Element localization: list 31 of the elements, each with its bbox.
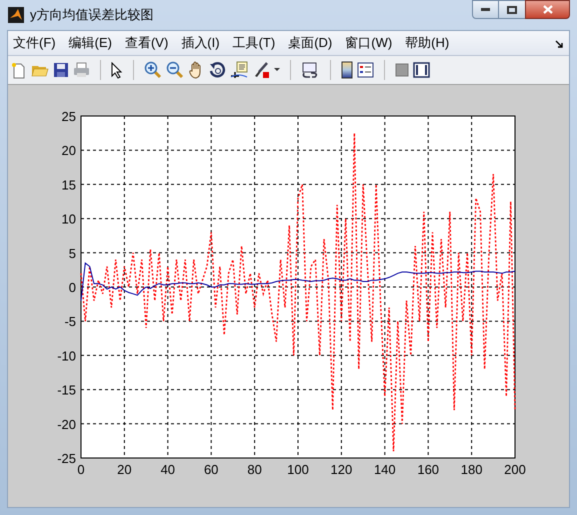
menu-item[interactable]: 查看(V) xyxy=(124,33,168,53)
x-tick-label: 180 xyxy=(460,462,482,477)
menu-item[interactable]: 窗口(W) xyxy=(345,33,392,53)
y-tick-label: 10 xyxy=(62,212,76,227)
y-tick-label: -20 xyxy=(57,416,76,432)
menu-item[interactable]: 文件(F) xyxy=(13,33,56,53)
window-title: y方向均值误差比较图 xyxy=(30,6,154,24)
menu-item[interactable]: 桌面(D) xyxy=(288,33,332,53)
x-tick-label: 120 xyxy=(330,462,352,477)
x-tick-label: 160 xyxy=(417,462,440,477)
y-tick-label: 5 xyxy=(68,246,76,261)
x-tick-label: 20 xyxy=(117,462,132,477)
menu-item[interactable]: 编辑(E) xyxy=(68,33,112,53)
x-tick-label: 60 xyxy=(204,462,218,477)
x-tick-label: 40 xyxy=(160,462,176,477)
x-tick-label: 0 xyxy=(77,462,85,477)
y-tick-label: 25 xyxy=(62,109,76,124)
menu-item[interactable]: 工具(T) xyxy=(232,33,276,53)
y-tick-label: 0 xyxy=(68,280,76,295)
y-tick-label: -25 xyxy=(57,451,76,466)
y-tick-label: 15 xyxy=(62,177,76,192)
menu-item[interactable]: 帮助(H) xyxy=(405,33,450,53)
x-tick-label: 200 xyxy=(504,462,526,477)
x-tick-label: 80 xyxy=(247,462,262,477)
y-tick-label: -10 xyxy=(57,348,76,364)
y-tick-label: -15 xyxy=(57,382,76,398)
y-tick-label: 20 xyxy=(62,143,76,158)
x-tick-label: 100 xyxy=(287,462,309,477)
x-tick-label: 140 xyxy=(374,462,396,477)
menu-item[interactable]: 插入(I) xyxy=(181,33,220,53)
y-tick-label: -5 xyxy=(64,314,76,330)
